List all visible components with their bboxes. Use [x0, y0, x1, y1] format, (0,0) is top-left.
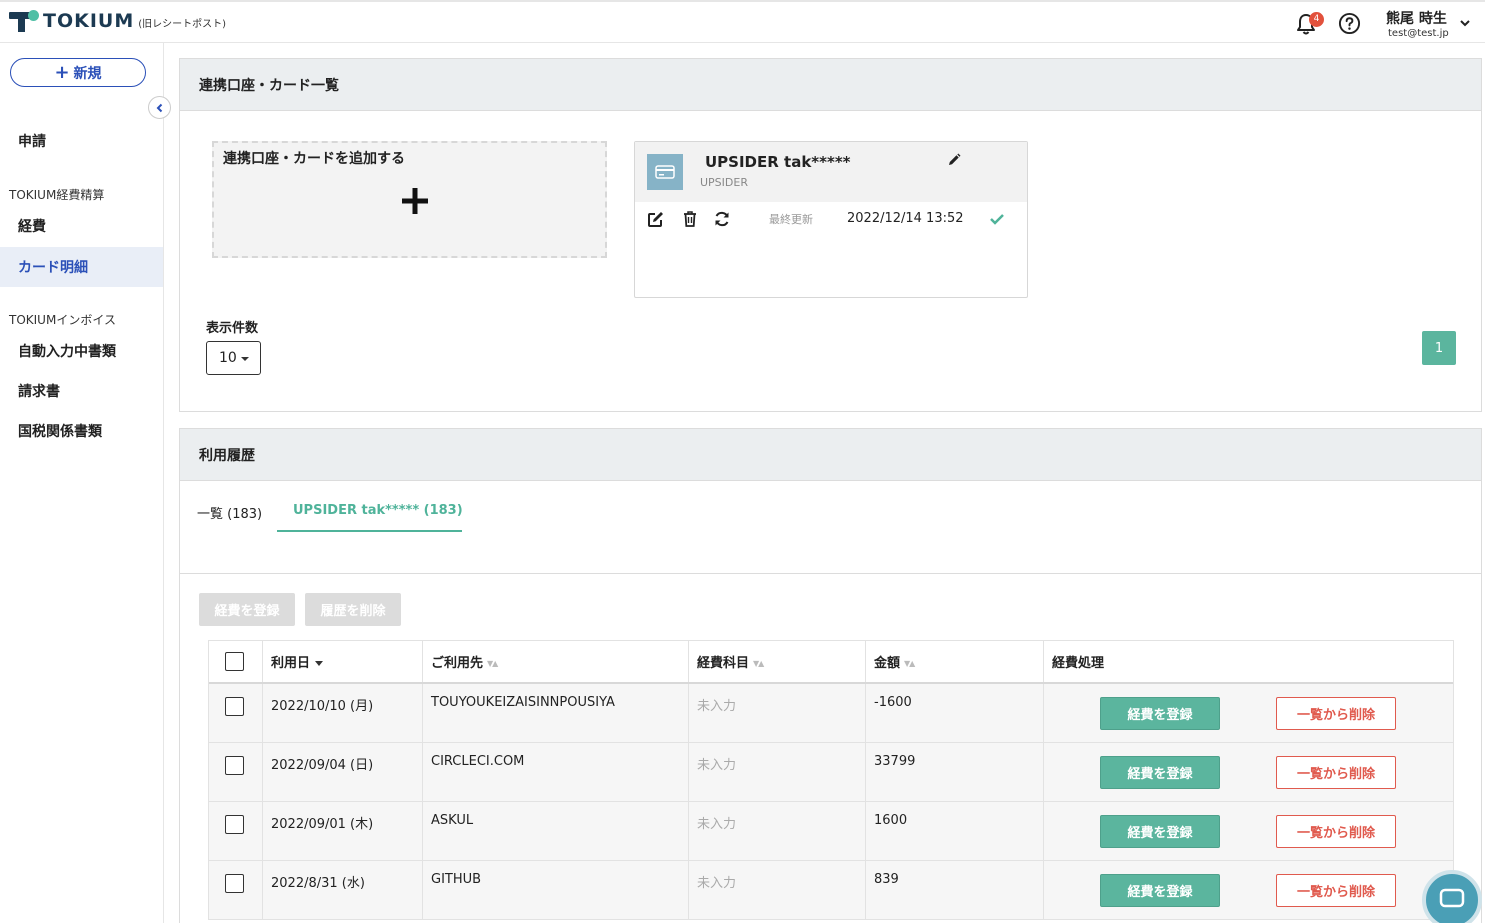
history-table: 利用日 ご利用先 ▼▲ 経費科目 ▼▲ 金額 ▼▲ 経費処理 2022/10/10 (… — [208, 640, 1454, 920]
logo-text: TOKIUM — [43, 10, 135, 32]
select-all-checkbox[interactable] — [225, 652, 244, 671]
row-checkbox[interactable] — [225, 874, 244, 893]
edit-icon[interactable] — [647, 210, 665, 228]
table-header: 利用日 ご利用先 ▼▲ 経費科目 ▼▲ 金額 ▼▲ 経費処理 — [209, 641, 1453, 684]
cell-payee: CIRCLECI.COM — [423, 743, 689, 801]
cell-category[interactable]: 未入力 — [689, 684, 866, 742]
refresh-icon[interactable] — [713, 210, 731, 228]
bulk-register-button[interactable]: 経費を登録 — [199, 593, 295, 626]
per-page-label: 表示件数 — [206, 321, 259, 336]
sidebar-item-application[interactable]: 申請 — [0, 121, 163, 161]
history-panel-title: 利用履歴 — [180, 429, 1481, 481]
sidebar-group-expense: TOKIUM経費精算 — [9, 188, 105, 202]
credit-card-icon — [647, 154, 683, 190]
row-checkbox[interactable] — [225, 697, 244, 716]
column-amount[interactable]: 金額 ▼▲ — [866, 641, 1044, 682]
chevron-left-icon — [156, 103, 162, 112]
register-expense-button[interactable]: 経費を登録 — [1100, 815, 1220, 848]
cell-payee: GITHUB — [423, 861, 689, 919]
cell-date: 2022/10/10 (月) — [263, 684, 423, 742]
row-checkbox[interactable] — [225, 756, 244, 775]
per-page-value: 10 — [219, 350, 237, 366]
table-row: 2022/09/01 (木) ASKUL 未入力 1600 経費を登録 一覧から削除 — [209, 802, 1453, 861]
row-checkbox[interactable] — [225, 815, 244, 834]
active-tab-indicator — [277, 530, 462, 532]
pagination-page-1[interactable]: 1 — [1422, 331, 1456, 365]
cell-amount: -1600 — [866, 684, 1044, 742]
history-tabs: 一覧 (183) UPSIDER tak***** (183) — [180, 482, 1481, 574]
column-date[interactable]: 利用日 — [263, 641, 423, 682]
sidebar-group-invoice: TOKIUMインボイス — [9, 313, 116, 327]
chat-support-button[interactable] — [1422, 870, 1482, 923]
sort-icon: ▼▲ — [904, 659, 915, 668]
tab-all[interactable]: 一覧 (183) — [197, 503, 262, 522]
logo-subtitle: (旧レシートポスト) — [138, 18, 227, 30]
plus-icon — [402, 188, 428, 214]
account-issuer: UPSIDER — [700, 176, 748, 189]
cell-category[interactable]: 未入力 — [689, 743, 866, 801]
chat-icon — [1439, 888, 1465, 908]
register-expense-button[interactable]: 経費を登録 — [1100, 874, 1220, 907]
notification-badge: 4 — [1309, 12, 1324, 27]
sort-icon: ▼▲ — [753, 659, 764, 668]
chevron-down-icon[interactable] — [1459, 18, 1471, 28]
cell-date: 2022/8/31 (水) — [263, 861, 423, 919]
remove-from-list-button[interactable]: 一覧から削除 — [1276, 815, 1396, 848]
cell-amount: 1600 — [866, 802, 1044, 860]
history-panel: 利用履歴 一覧 (183) UPSIDER tak***** (183) 経費を… — [179, 428, 1482, 923]
plus-icon: + — [54, 61, 70, 83]
cell-date: 2022/09/04 (日) — [263, 743, 423, 801]
column-payee[interactable]: ご利用先 ▼▲ — [423, 641, 689, 682]
pencil-icon[interactable] — [947, 153, 961, 167]
sidebar-item-auto-input[interactable]: 自動入力中書類 — [0, 331, 163, 371]
cell-category[interactable]: 未入力 — [689, 802, 866, 860]
remove-from-list-button[interactable]: 一覧から削除 — [1276, 874, 1396, 907]
add-account-label: 連携口座・カードを追加する — [223, 151, 405, 167]
user-name[interactable]: 熊尾 時生 — [1386, 8, 1447, 28]
remove-from-list-button[interactable]: 一覧から削除 — [1276, 756, 1396, 789]
new-button[interactable]: + 新規 — [10, 58, 146, 87]
caret-down-icon — [240, 357, 249, 361]
table-row: 2022/09/04 (日) CIRCLECI.COM 未入力 33799 経費を登録 一… — [209, 743, 1453, 802]
check-icon — [990, 214, 1004, 225]
cell-payee: TOUYOUKEIZAISINNPOUSIYA — [423, 684, 689, 742]
cell-category[interactable]: 未入力 — [689, 861, 866, 919]
new-button-label: 新規 — [73, 65, 102, 82]
sidebar-item-expense[interactable]: 経費 — [0, 206, 163, 246]
bulk-delete-button[interactable]: 履歴を削除 — [305, 593, 401, 626]
logo[interactable]: TOKIUM (旧レシートポスト) — [9, 10, 226, 32]
sidebar-collapse-button[interactable] — [148, 96, 171, 119]
register-expense-button[interactable]: 経費を登録 — [1100, 697, 1220, 730]
top-header: TOKIUM (旧レシートポスト) 4 熊尾 時生 test@test.jp — [0, 0, 1485, 43]
remove-from-list-button[interactable]: 一覧から削除 — [1276, 697, 1396, 730]
account-name: UPSIDER tak***** — [705, 153, 851, 171]
logo-icon — [9, 10, 39, 32]
last-updated-value: 2022/12/14 13:52 — [847, 211, 964, 226]
add-account-card[interactable]: 連携口座・カードを追加する — [212, 141, 607, 258]
cell-amount: 839 — [866, 861, 1044, 919]
accounts-panel-title: 連携口座・カード一覧 — [180, 59, 1481, 111]
help-icon[interactable] — [1338, 12, 1361, 35]
trash-icon[interactable] — [681, 210, 699, 228]
register-expense-button[interactable]: 経費を登録 — [1100, 756, 1220, 789]
column-process: 経費処理 — [1052, 656, 1105, 671]
sidebar: + 新規 申請 TOKIUM経費精算 経費 カード明細 TOKIUMインボイス … — [0, 43, 171, 923]
last-updated-label: 最終更新 — [769, 213, 813, 226]
column-category[interactable]: 経費科目 ▼▲ — [689, 641, 866, 682]
table-row: 2022/8/31 (水) GITHUB 未入力 839 経費を登録 一覧から削除 — [209, 861, 1453, 920]
cell-amount: 33799 — [866, 743, 1044, 801]
sidebar-item-invoice[interactable]: 請求書 — [0, 371, 163, 411]
sidebar-item-card-statements[interactable]: カード明細 — [0, 247, 163, 287]
per-page-select[interactable]: 10 — [206, 341, 261, 375]
table-row: 2022/10/10 (月) TOUYOUKEIZAISINNPOUSIYA 未入力… — [209, 684, 1453, 743]
sort-icon: ▼▲ — [487, 659, 498, 668]
accounts-panel: 連携口座・カード一覧 連携口座・カードを追加する UPSIDER tak****… — [179, 58, 1482, 412]
cell-date: 2022/09/01 (木) — [263, 802, 423, 860]
account-card: UPSIDER tak***** UPSIDER 最終更新 2022/12/14… — [634, 141, 1028, 298]
cell-payee: ASKUL — [423, 802, 689, 860]
user-email: test@test.jp — [1388, 28, 1449, 39]
sidebar-item-tax-docs[interactable]: 国税関係書類 — [0, 411, 163, 451]
tab-upsider[interactable]: UPSIDER tak***** (183) — [293, 503, 463, 518]
sort-desc-icon — [315, 661, 324, 666]
